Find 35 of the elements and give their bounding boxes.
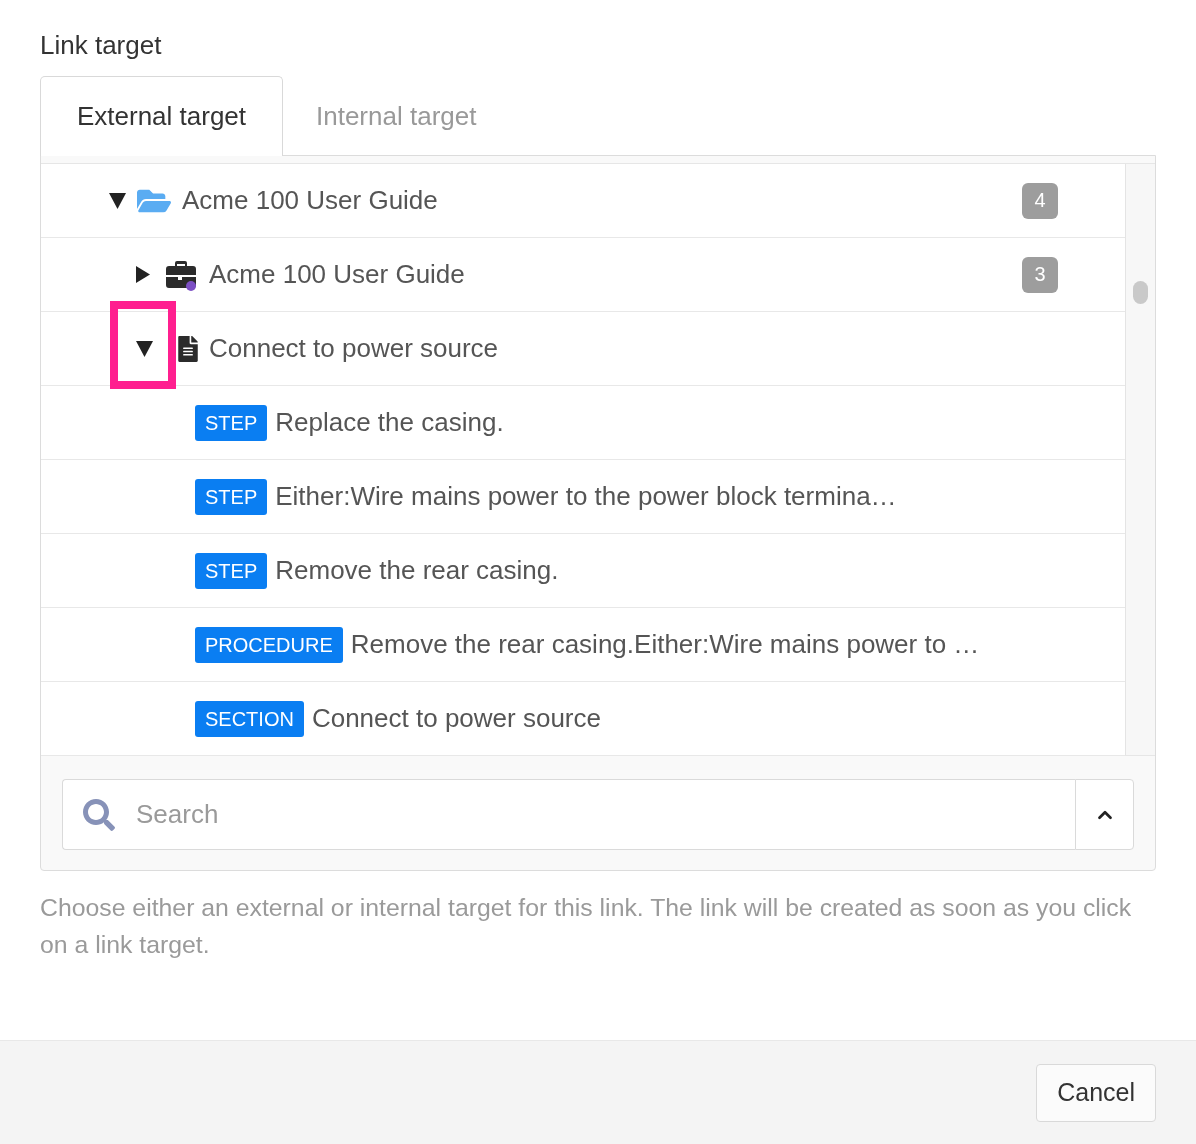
tree-row[interactable]: Acme 100 User Guide 4 — [41, 164, 1125, 238]
row-label: Connect to power source — [311, 703, 601, 734]
caret-down-icon[interactable] — [136, 340, 153, 357]
scrollbar-thumb[interactable] — [1133, 281, 1148, 304]
tree-row[interactable]: PROCEDURE Remove the rear casing.Either:Wire mains power to … — [41, 608, 1125, 682]
help-text: Choose either an external or internal target for this link. The link will be created as soon as you click on a link target. — [40, 893, 1133, 960]
row-label: Replace the casing. — [275, 407, 504, 438]
row-label: Acme 100 User Guide — [209, 259, 466, 290]
count-badge: 4 — [1022, 182, 1058, 219]
tree-row[interactable]: STEP Either:Wire mains power to the power block termina… — [41, 460, 1125, 534]
tree-row[interactable]: Connect to power source — [41, 312, 1125, 386]
type-badge: PROCEDURE — [195, 626, 343, 663]
tree-row[interactable]: Acme 100 User Guide 3 — [41, 238, 1125, 312]
type-badge: SECTION — [195, 700, 304, 737]
count-badge: 3 — [1022, 256, 1058, 293]
tree-row[interactable]: STEP Remove the rear casing. — [41, 534, 1125, 608]
row-label: Acme 100 User Guide — [182, 185, 439, 216]
briefcase-icon — [164, 258, 198, 291]
row-label: Remove the rear casing. — [275, 555, 559, 586]
type-badge: STEP — [195, 404, 268, 441]
section-title: Link target — [40, 30, 162, 60]
type-badge: STEP — [195, 552, 268, 589]
row-label: Connect to power source — [209, 333, 500, 364]
document-icon — [178, 335, 198, 362]
caret-right-icon[interactable] — [136, 266, 150, 283]
type-badge: STEP — [195, 478, 268, 515]
tab[interactable]: External target — [40, 76, 283, 156]
search-field[interactable]: Search — [62, 779, 1075, 850]
cancel-button[interactable]: Cancel — [1036, 1063, 1156, 1122]
row-label: Remove the rear casing.Either:Wire mains power to … — [350, 629, 980, 660]
tree-row[interactable]: SECTION Connect to power source — [41, 682, 1125, 756]
row-label: Either:Wire mains power to the power block termina… — [275, 481, 897, 512]
caret-down-icon[interactable] — [109, 192, 126, 209]
tree-row[interactable]: STEP Replace the casing. — [41, 386, 1125, 460]
search-icon — [83, 799, 115, 831]
